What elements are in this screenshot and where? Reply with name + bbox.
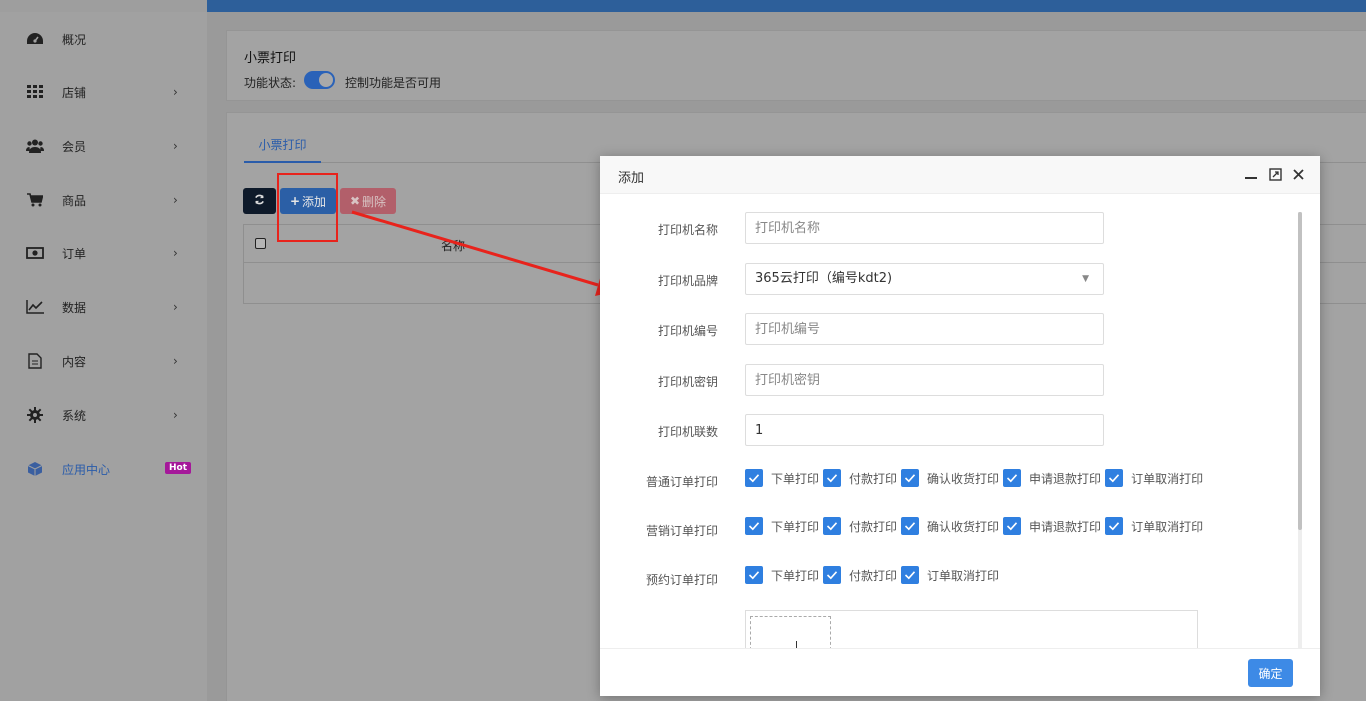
template-editor-area[interactable] bbox=[745, 610, 1198, 648]
checkbox-checked-icon bbox=[901, 517, 920, 535]
checkbox-option[interactable]: 订单取消打印 bbox=[901, 566, 999, 584]
checkbox-checked-icon bbox=[823, 517, 842, 535]
checkbox-checked-icon bbox=[901, 469, 920, 487]
checkbox-option[interactable]: 确认收货打印 bbox=[901, 469, 999, 487]
printer-name-label: 打印机名称 bbox=[657, 223, 718, 237]
checkbox-checked-icon bbox=[745, 517, 763, 535]
checkbox-checked-icon bbox=[745, 566, 763, 584]
printer-brand-label: 打印机品牌 bbox=[657, 274, 718, 288]
checkbox-option[interactable]: 申请退款打印 bbox=[1003, 517, 1101, 535]
template-drop-zone[interactable] bbox=[750, 616, 831, 648]
printer-number-input[interactable] bbox=[745, 313, 1104, 345]
close-icon[interactable] bbox=[1290, 166, 1306, 182]
printer-number-label: 打印机编号 bbox=[657, 324, 718, 338]
maximize-icon[interactable] bbox=[1267, 166, 1283, 182]
reservation-orders-options: 下单打印 付款打印 订单取消打印 bbox=[745, 565, 1003, 585]
minimize-icon[interactable] bbox=[1243, 166, 1259, 182]
printer-secret-label: 打印机密钥 bbox=[657, 375, 718, 389]
printer-copies-label: 打印机联数 bbox=[657, 425, 718, 439]
checkbox-option[interactable]: 付款打印 bbox=[823, 566, 897, 584]
checkbox-checked-icon bbox=[1105, 517, 1124, 535]
dialog-footer: 确定 bbox=[600, 648, 1320, 696]
dialog-header: 添加 bbox=[600, 156, 1320, 194]
printer-copies-input[interactable] bbox=[745, 414, 1104, 446]
printer-name-input[interactable] bbox=[745, 212, 1104, 244]
checkbox-checked-icon bbox=[823, 469, 842, 487]
checkbox-option[interactable]: 下单打印 bbox=[745, 517, 819, 535]
checkbox-checked-icon bbox=[1003, 469, 1022, 487]
confirm-button[interactable]: 确定 bbox=[1248, 659, 1293, 687]
printer-secret-input[interactable] bbox=[745, 364, 1104, 396]
checkbox-checked-icon bbox=[1003, 517, 1022, 535]
add-printer-dialog: 添加 打印机名称 打印机品牌 365云打印（编号kdt2) ▼ 打印机编号 打印… bbox=[600, 156, 1320, 696]
checkbox-option[interactable]: 下单打印 bbox=[745, 469, 819, 487]
checkbox-checked-icon bbox=[1105, 469, 1124, 487]
printer-brand-select[interactable]: 365云打印（编号kdt2) ▼ bbox=[745, 263, 1104, 295]
checkbox-checked-icon bbox=[823, 566, 842, 584]
checkbox-option[interactable]: 付款打印 bbox=[823, 517, 897, 535]
checkbox-option[interactable]: 订单取消打印 bbox=[1105, 469, 1203, 487]
normal-orders-label: 普通订单打印 bbox=[645, 475, 718, 489]
checkbox-option[interactable]: 订单取消打印 bbox=[1105, 517, 1203, 535]
checkbox-option[interactable]: 确认收货打印 bbox=[901, 517, 999, 535]
checkbox-option[interactable]: 付款打印 bbox=[823, 469, 897, 487]
dialog-body: 打印机名称 打印机品牌 365云打印（编号kdt2) ▼ 打印机编号 打印机密钥… bbox=[600, 194, 1320, 648]
text-cursor bbox=[796, 641, 797, 648]
scrollbar[interactable] bbox=[1298, 212, 1302, 530]
caret-down-icon: ▼ bbox=[1082, 274, 1089, 284]
checkbox-checked-icon bbox=[745, 469, 763, 487]
marketing-orders-label: 营销订单打印 bbox=[645, 524, 718, 538]
reservation-orders-label: 预约订单打印 bbox=[645, 573, 718, 587]
checkbox-option[interactable]: 下单打印 bbox=[745, 566, 819, 584]
marketing-orders-options: 下单打印 付款打印 确认收货打印 申请退款打印 订单取消打印 bbox=[745, 516, 1207, 536]
checkbox-option[interactable]: 申请退款打印 bbox=[1003, 469, 1101, 487]
normal-orders-options: 下单打印 付款打印 确认收货打印 申请退款打印 订单取消打印 bbox=[745, 468, 1207, 488]
checkbox-checked-icon bbox=[901, 566, 920, 584]
dialog-title: 添加 bbox=[618, 171, 645, 186]
